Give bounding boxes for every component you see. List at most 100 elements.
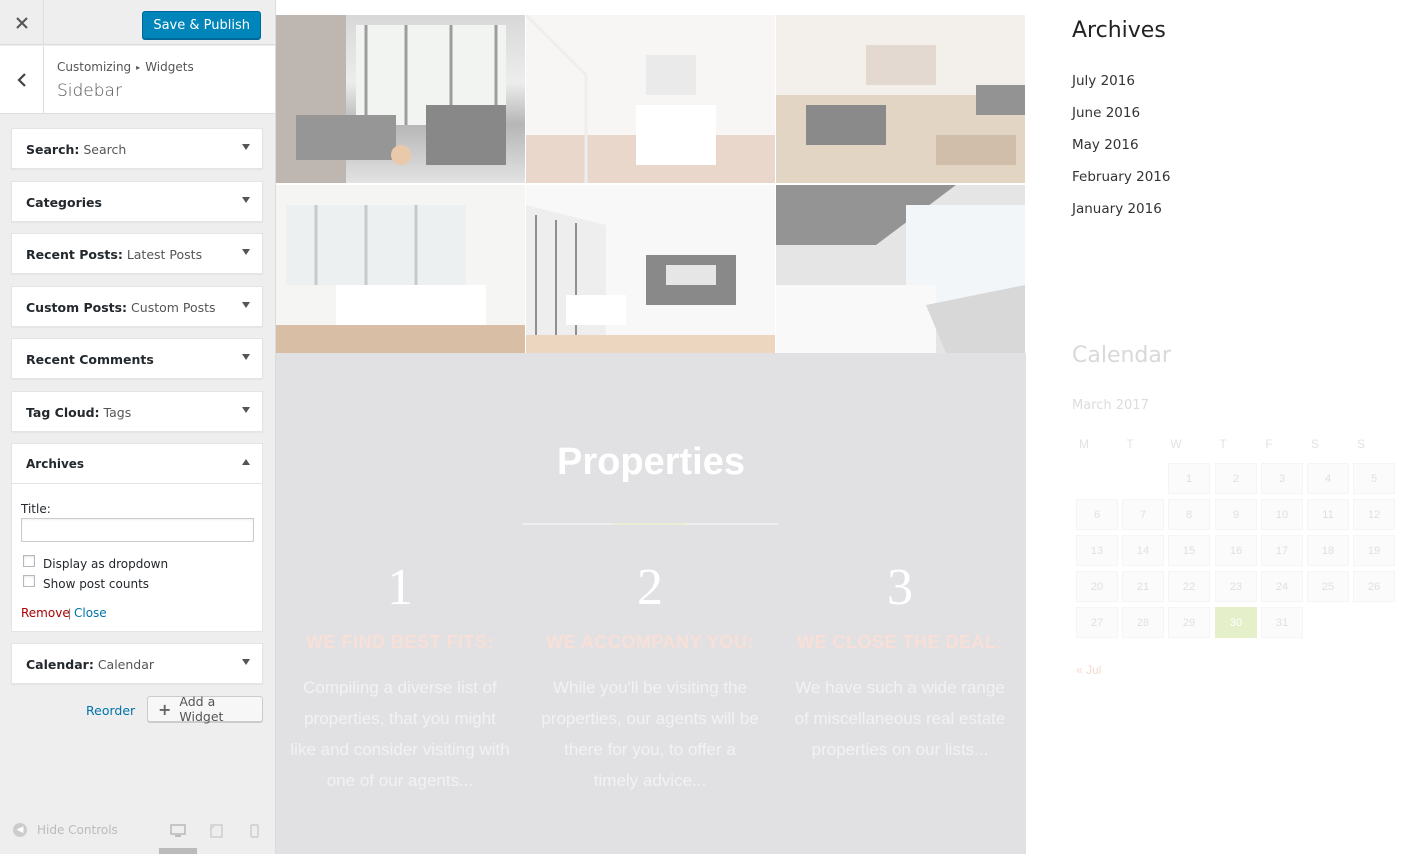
calendar-day[interactable]: 31: [1261, 607, 1303, 638]
reorder-link[interactable]: Reorder: [86, 703, 135, 718]
gallery-photo-bedroom[interactable]: [276, 185, 525, 353]
calendar-day[interactable]: 27: [1076, 607, 1118, 638]
calendar-day[interactable]: 23: [1215, 571, 1257, 602]
gallery-photo-office[interactable]: [776, 15, 1025, 183]
calendar-day[interactable]: 15: [1168, 535, 1210, 566]
step-body: While you'll be visiting the properties,…: [541, 678, 759, 790]
expand-arrow-icon[interactable]: [242, 302, 250, 308]
calendar-day[interactable]: 8: [1168, 499, 1210, 530]
customizer-panel: Save & Publish Customizing ▸ Widgets Sideb…: [0, 0, 276, 854]
calendar-day[interactable]: 10: [1261, 499, 1303, 530]
gallery-photo-lounge[interactable]: [526, 185, 775, 353]
calendar-day[interactable]: 4: [1307, 463, 1349, 494]
expand-arrow-icon[interactable]: [242, 249, 250, 255]
calendar-prev-link[interactable]: « Jul: [1076, 663, 1101, 677]
remove-widget-link[interactable]: Remove: [21, 606, 70, 620]
archive-link[interactable]: July 2016: [1072, 73, 1135, 89]
calendar-day[interactable]: 24: [1261, 571, 1303, 602]
desktop-preview-icon[interactable]: [170, 824, 186, 838]
gallery-photo-living-room[interactable]: [276, 15, 525, 183]
calendar-day[interactable]: 11: [1307, 499, 1349, 530]
collapse-arrow-icon[interactable]: [242, 459, 250, 465]
widget-recent-posts[interactable]: Recent Posts: Latest Posts: [11, 233, 263, 274]
display-dropdown-checkbox[interactable]: [23, 555, 35, 567]
mobile-preview-icon[interactable]: [250, 824, 259, 838]
calendar-day[interactable]: 5: [1353, 463, 1395, 494]
hide-controls-button[interactable]: ◀ Hide Controls: [13, 823, 118, 837]
calendar-day[interactable]: 17: [1261, 535, 1303, 566]
close-icon: [15, 16, 28, 29]
calendar-day[interactable]: 28: [1122, 607, 1164, 638]
widget-recent-comments[interactable]: Recent Comments: [11, 338, 263, 379]
expand-arrow-icon[interactable]: [242, 144, 250, 150]
archive-link[interactable]: February 2016: [1072, 169, 1170, 185]
widget-archives-header[interactable]: Archives: [12, 444, 262, 484]
calendar-day[interactable]: 29: [1168, 607, 1210, 638]
calendar-day[interactable]: 25: [1307, 571, 1349, 602]
step-2: 2 WE ACCOMPANY YOU: While you'll be visi…: [540, 558, 760, 796]
calendar-day[interactable]: 7: [1122, 499, 1164, 530]
widget-type: Calendar:: [26, 657, 94, 672]
calendar-weekday: T: [1126, 437, 1134, 451]
calendar-day[interactable]: 1: [1168, 463, 1210, 494]
archive-link[interactable]: May 2016: [1072, 137, 1139, 153]
widget-tag-cloud[interactable]: Tag Cloud: Tags: [11, 391, 263, 432]
step-body: Compiling a diverse list of properties, …: [290, 678, 510, 790]
close-customizer-button[interactable]: [0, 0, 44, 45]
close-widget-link[interactable]: Close: [74, 606, 107, 620]
widget-calendar[interactable]: Calendar: Calendar: [11, 643, 263, 684]
display-dropdown-label[interactable]: Display as dropdown: [43, 557, 168, 571]
gallery-photo-kitchen[interactable]: [526, 15, 775, 183]
calendar-day[interactable]: 19: [1353, 535, 1395, 566]
calendar-day[interactable]: 12: [1353, 499, 1395, 530]
gallery-photo-bathroom[interactable]: [776, 185, 1025, 353]
calendar-day[interactable]: 2: [1215, 463, 1257, 494]
calendar-day[interactable]: 13: [1076, 535, 1118, 566]
calendar-day[interactable]: 3: [1261, 463, 1303, 494]
calendar-day[interactable]: 14: [1122, 535, 1164, 566]
office-image: [776, 15, 1025, 183]
widget-search[interactable]: Search: Search: [11, 128, 263, 169]
widget-subtitle: Search: [83, 142, 127, 157]
step-body: We have such a wide range of miscellaneo…: [794, 678, 1006, 759]
calendar-day[interactable]: 22: [1168, 571, 1210, 602]
widget-subtitle: Custom Posts: [131, 300, 216, 315]
calendar-today[interactable]: 30: [1215, 607, 1257, 638]
calendar-weekday: T: [1219, 437, 1227, 451]
tablet-preview-icon[interactable]: [210, 824, 223, 838]
add-widget-button[interactable]: + Add a Widget: [147, 694, 263, 724]
calendar-weekday: S: [1356, 437, 1365, 451]
expand-arrow-icon[interactable]: [242, 659, 250, 665]
step-3: 3 WE CLOSE THE DEAL: We have such a wide…: [790, 558, 1010, 765]
link-separator: |: [68, 606, 72, 620]
show-counts-checkbox[interactable]: [23, 575, 35, 587]
calendar-month: March 2017: [1072, 398, 1149, 413]
save-publish-button[interactable]: Save & Publish: [142, 11, 261, 39]
expand-arrow-icon[interactable]: [242, 197, 250, 203]
step-heading: WE CLOSE THE DEAL:: [797, 632, 1003, 652]
breadcrumb: Customizing ▸ Widgets: [57, 60, 194, 74]
show-counts-label[interactable]: Show post counts: [43, 577, 149, 591]
back-button[interactable]: [0, 46, 44, 113]
calendar-day[interactable]: 20: [1076, 571, 1118, 602]
step-number: 2: [637, 559, 663, 616]
calendar-day[interactable]: 9: [1215, 499, 1257, 530]
widget-custom-posts[interactable]: Custom Posts: Custom Posts: [11, 286, 263, 327]
archives-heading: Archives: [1072, 18, 1166, 43]
widget-categories[interactable]: Categories: [11, 181, 263, 222]
expand-arrow-icon[interactable]: [242, 407, 250, 413]
calendar-day[interactable]: 16: [1215, 535, 1257, 566]
calendar-day[interactable]: 6: [1076, 499, 1118, 530]
calendar-day[interactable]: 18: [1307, 535, 1349, 566]
calendar-day[interactable]: 26: [1353, 571, 1395, 602]
title-input[interactable]: [21, 518, 254, 542]
calendar-weekday: F: [1265, 437, 1273, 451]
calendar-day[interactable]: 21: [1122, 571, 1164, 602]
photo-gallery: [276, 15, 1026, 353]
site-preview[interactable]: Properties 1 WE FIND BEST FITS: Compilin…: [276, 0, 1419, 854]
archive-link[interactable]: January 2016: [1072, 201, 1162, 217]
expand-arrow-icon[interactable]: [242, 354, 250, 360]
archive-link[interactable]: June 2016: [1072, 105, 1140, 121]
customizer-header: Save & Publish: [0, 0, 275, 45]
breadcrumb-item: Widgets: [145, 60, 194, 74]
